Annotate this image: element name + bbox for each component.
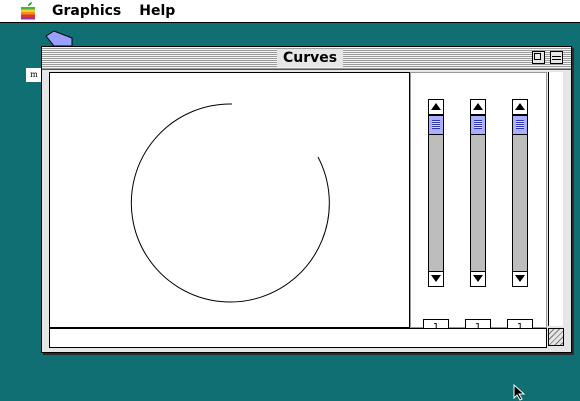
zoom-box-icon[interactable] xyxy=(532,51,545,64)
scroll-down-arrow-icon[interactable] xyxy=(512,271,528,287)
arc-curve xyxy=(130,103,330,303)
slider-panel: 1 1 1 xyxy=(410,72,547,335)
slider-1[interactable] xyxy=(428,99,444,287)
menu-graphics[interactable]: Graphics xyxy=(52,3,121,19)
drawing-canvas[interactable] xyxy=(49,72,410,328)
scroll-up-arrow-icon[interactable] xyxy=(428,99,444,115)
slider-thumb[interactable] xyxy=(428,115,444,135)
scroll-down-arrow-icon[interactable] xyxy=(428,271,444,287)
desktop-icon-label: m xyxy=(26,68,42,82)
mouse-pointer-icon xyxy=(513,384,526,401)
scroll-up-arrow-icon[interactable] xyxy=(512,99,528,115)
scroll-down-arrow-icon[interactable] xyxy=(470,271,486,287)
collapse-box-icon[interactable] xyxy=(550,51,563,64)
vertical-scrollbar[interactable] xyxy=(548,72,563,326)
slider-track[interactable] xyxy=(512,115,528,271)
menu-bar: Graphics Help xyxy=(0,0,580,23)
slider-thumb[interactable] xyxy=(470,115,486,135)
resize-grow-box-icon[interactable] xyxy=(548,328,564,346)
menu-help[interactable]: Help xyxy=(139,3,175,19)
curves-window: Curves 1 xyxy=(41,46,572,353)
horizontal-scrollbar[interactable] xyxy=(49,328,547,348)
window-title-bar[interactable]: Curves xyxy=(42,47,571,70)
curve-drawing xyxy=(130,103,330,303)
slider-2[interactable] xyxy=(470,99,486,287)
slider-track[interactable] xyxy=(428,115,444,271)
apple-menu-icon[interactable] xyxy=(18,1,38,21)
scroll-up-arrow-icon[interactable] xyxy=(470,99,486,115)
slider-thumb[interactable] xyxy=(512,115,528,135)
slider-track[interactable] xyxy=(470,115,486,271)
window-title: Curves xyxy=(277,49,344,67)
slider-3[interactable] xyxy=(512,99,528,287)
